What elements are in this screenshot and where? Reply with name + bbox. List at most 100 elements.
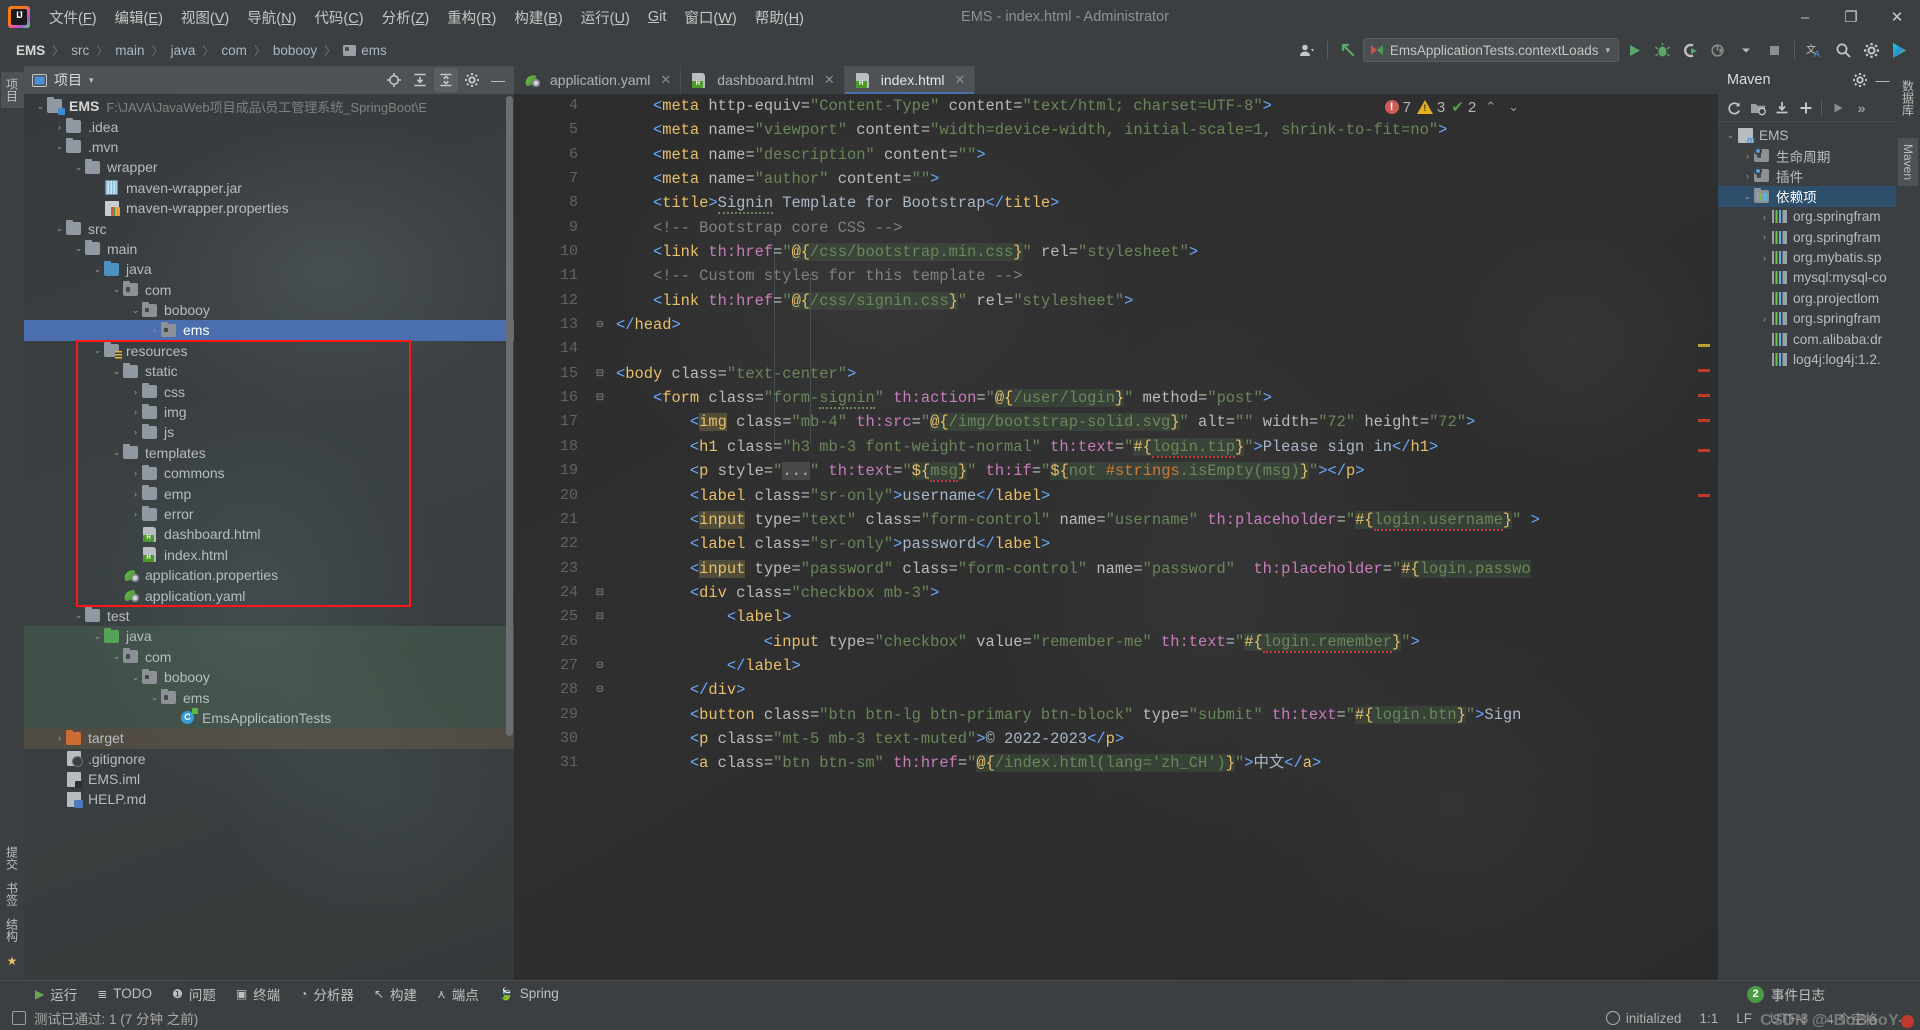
problems-tool-button[interactable]: ❶ 问题 <box>163 982 225 1006</box>
endpoints-tool-button[interactable]: ⋏ 端点 <box>428 982 488 1006</box>
chevron-down-icon[interactable] <box>1733 37 1759 63</box>
chevron-down-icon[interactable]: ⌄ <box>72 162 85 173</box>
close-icon[interactable]: ✕ <box>824 72 835 88</box>
chevron-down-icon[interactable]: ⌄ <box>91 345 104 356</box>
tree-row[interactable]: ⌄ EMS F:\JAVA\JavaWeb项目成品\员工管理系统_SpringBoo… <box>24 96 514 116</box>
sidebar-item-structure[interactable]: 结构 <box>1 912 24 948</box>
menu-item-11[interactable]: 窗口(W) <box>675 3 745 32</box>
menu-item-5[interactable]: 代码(C) <box>305 3 372 32</box>
chevron-right-icon[interactable]: › <box>53 733 66 743</box>
chevron-right-icon[interactable]: › <box>129 509 142 519</box>
sidebar-item-commit[interactable]: 提交 <box>1 840 24 876</box>
stop-icon[interactable] <box>1761 37 1787 63</box>
chevron-down-icon[interactable]: ⌄ <box>1724 130 1737 141</box>
chevron-down-icon[interactable]: ⌄ <box>72 610 85 621</box>
run-configuration-selector[interactable]: EmsApplicationTests.contextLoads ▾ <box>1362 38 1619 62</box>
todo-tool-button[interactable]: ≣ TODO <box>88 984 161 1003</box>
tree-row[interactable]: › css <box>24 381 514 401</box>
maven-tree-row[interactable]: › org.springfram <box>1718 227 1896 247</box>
tree-row[interactable]: ⌄ templates <box>24 443 514 463</box>
run-icon[interactable] <box>1621 37 1647 63</box>
previous-problem-icon[interactable]: ⌃ <box>1482 99 1499 115</box>
code-folding-gutter[interactable]: ⊖ ⊟ ⊟ ⊟ ⊟ ⊝ ⊝ <box>589 94 611 980</box>
tree-row[interactable]: › ems <box>24 320 514 341</box>
maven-tree-row[interactable]: ⌄ EMS <box>1718 125 1896 145</box>
breadcrumb-item-com[interactable]: com <box>215 42 253 59</box>
project-tree-scroll[interactable]: ⌄ EMS F:\JAVA\JavaWeb项目成品\员工管理系统_SpringBoo… <box>24 94 514 980</box>
warning-count[interactable]: 3 <box>1416 99 1445 116</box>
profiler-tool-button[interactable]: ◔ 分析器 <box>291 982 363 1006</box>
editor-tab-index-html[interactable]: index.html ✕ <box>844 66 976 94</box>
expand-all-icon[interactable] <box>408 68 432 92</box>
tree-row[interactable]: dashboard.html <box>24 524 514 544</box>
menu-item-8[interactable]: 构建(B) <box>505 3 571 32</box>
menu-item-4[interactable]: 导航(N) <box>238 3 305 32</box>
menu-item-2[interactable]: 编辑(E) <box>106 3 172 32</box>
file-encoding[interactable]: UTF-8 <box>1770 1011 1808 1026</box>
chevron-down-icon[interactable]: ⌄ <box>53 223 66 234</box>
chevron-right-icon[interactable]: › <box>129 468 142 478</box>
sidebar-item-bookmarks[interactable]: 书签 <box>1 876 24 912</box>
error-stripe-error[interactable] <box>1698 369 1710 372</box>
next-problem-icon[interactable]: ⌄ <box>1505 99 1522 115</box>
sidebar-item-maven[interactable]: Maven <box>1898 138 1918 187</box>
fold-marker[interactable]: ⊝ <box>589 654 611 678</box>
tree-row[interactable]: maven-wrapper.properties <box>24 198 514 218</box>
run-with-coverage-icon[interactable] <box>1677 37 1703 63</box>
breadcrumb-item-bobooy[interactable]: bobooy <box>267 42 323 59</box>
select-opened-file-icon[interactable] <box>382 68 406 92</box>
tree-row[interactable]: ⌄ bobooy <box>24 300 514 320</box>
chevron-right-icon[interactable]: › <box>129 427 142 437</box>
tree-row[interactable]: index.html <box>24 545 514 565</box>
menu-item-3[interactable]: 视图(V) <box>172 3 238 32</box>
tree-row[interactable]: application.yaml <box>24 585 514 605</box>
favorites-star-icon[interactable]: ★ <box>2 948 22 974</box>
tree-row[interactable]: › img <box>24 402 514 422</box>
maven-tree-row[interactable]: mysql:mysql-co <box>1718 268 1896 288</box>
tree-row[interactable]: ⌄ ems <box>24 687 514 708</box>
tree-row[interactable]: ⌄ test <box>24 606 514 626</box>
chevron-right-icon[interactable]: › <box>129 489 142 499</box>
tree-row[interactable]: ⌄ .mvn <box>24 137 514 157</box>
tree-row[interactable]: application.properties <box>24 565 514 585</box>
chevron-down-icon[interactable]: ⌄ <box>91 264 104 275</box>
breadcrumb-item-main[interactable]: main <box>109 42 150 59</box>
tree-row[interactable]: ⌄ bobooy <box>24 666 514 688</box>
chevron-right-icon[interactable]: › <box>1741 151 1754 161</box>
debug-icon[interactable] <box>1649 37 1675 63</box>
download-sources-icon[interactable] <box>1770 96 1793 119</box>
indent-setting[interactable]: 4 个空格 <box>1826 1008 1878 1028</box>
translate-icon[interactable]: 文A <box>1802 37 1828 63</box>
tree-row[interactable]: ⌄ wrapper <box>24 157 514 177</box>
menu-item-1[interactable]: 文件(F) <box>40 3 106 32</box>
maximize-button[interactable]: ❐ <box>1828 0 1874 34</box>
ide-feature-icon[interactable] <box>1886 37 1912 63</box>
chevron-right-icon[interactable]: › <box>129 407 142 417</box>
chevron-right-icon[interactable]: › <box>1758 253 1771 263</box>
chevron-right-icon[interactable]: › <box>129 387 142 397</box>
search-everywhere-icon[interactable] <box>1830 37 1856 63</box>
fold-marker[interactable]: ⊟ <box>589 362 611 386</box>
maven-tree-row[interactable]: log4j:log4j:1.2. <box>1718 349 1896 369</box>
tree-row[interactable]: › commons <box>24 463 514 483</box>
fold-marker[interactable]: ⊟ <box>589 605 611 629</box>
spring-tool-button[interactable]: 🍃 Spring <box>490 984 568 1003</box>
tree-row[interactable]: ⌄ static <box>24 361 514 381</box>
minimize-button[interactable]: – <box>1782 0 1828 34</box>
error-stripe-error-2[interactable] <box>1698 394 1710 397</box>
maven-tree-row[interactable]: › 插件 <box>1718 166 1896 186</box>
maven-tree-row[interactable]: ⌄ 依赖项 <box>1718 186 1896 207</box>
chevron-down-icon[interactable]: ⌄ <box>110 284 123 295</box>
menu-item-10[interactable]: Git <box>639 5 676 29</box>
chevron-down-icon[interactable]: ⌄ <box>53 141 66 152</box>
sidebar-item-project[interactable]: 项目 <box>0 72 24 108</box>
initialized-status[interactable]: initialized <box>1605 1011 1681 1026</box>
editor-tab-application-yaml[interactable]: application.yaml ✕ <box>514 66 682 94</box>
chevron-down-icon[interactable]: ⌄ <box>129 672 142 683</box>
breadcrumb-item-ems[interactable]: ems <box>337 42 393 59</box>
typo-count[interactable]: ✔ 2 <box>1451 98 1476 117</box>
menu-item-6[interactable]: 分析(Z) <box>373 3 439 32</box>
chevron-down-icon[interactable]: ⌄ <box>1741 191 1754 202</box>
tree-row[interactable]: › emp <box>24 483 514 503</box>
build-tool-button[interactable]: ↖ 构建 <box>365 982 426 1006</box>
